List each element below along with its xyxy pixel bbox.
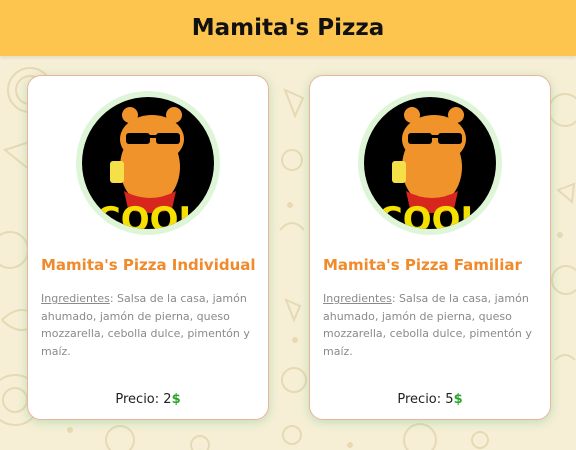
product-card-individual[interactable]: COOL Mamita's Pizza Individual Ingredien… — [27, 75, 269, 420]
product-price: Precio: 5$ — [310, 392, 550, 407]
cool-mascot-image: COOL — [76, 91, 220, 235]
cool-mascot-image: COOL — [358, 91, 502, 235]
product-description: Ingredientes: Salsa de la casa, jamón ah… — [323, 290, 541, 360]
product-price: Precio: 2$ — [28, 392, 268, 407]
ingredients-label: Ingredientes — [41, 292, 110, 305]
ingredients-label: Ingredientes — [323, 292, 392, 305]
price-value: 5 — [445, 392, 454, 407]
page-title: Mamita's Pizza — [191, 15, 385, 41]
app-header: Mamita's Pizza — [0, 0, 576, 56]
currency-symbol: $ — [453, 392, 463, 407]
product-title: Mamita's Pizza Individual — [41, 256, 256, 274]
product-description: Ingredientes: Salsa de la casa, jamón ah… — [41, 290, 259, 360]
product-card-familiar[interactable]: COOL Mamita's Pizza Familiar Ingrediente… — [309, 75, 551, 420]
product-title: Mamita's Pizza Familiar — [323, 256, 522, 274]
price-value: 2 — [163, 392, 172, 407]
price-label: Precio: — [115, 392, 164, 407]
currency-symbol: $ — [171, 392, 181, 407]
price-label: Precio: — [397, 392, 446, 407]
